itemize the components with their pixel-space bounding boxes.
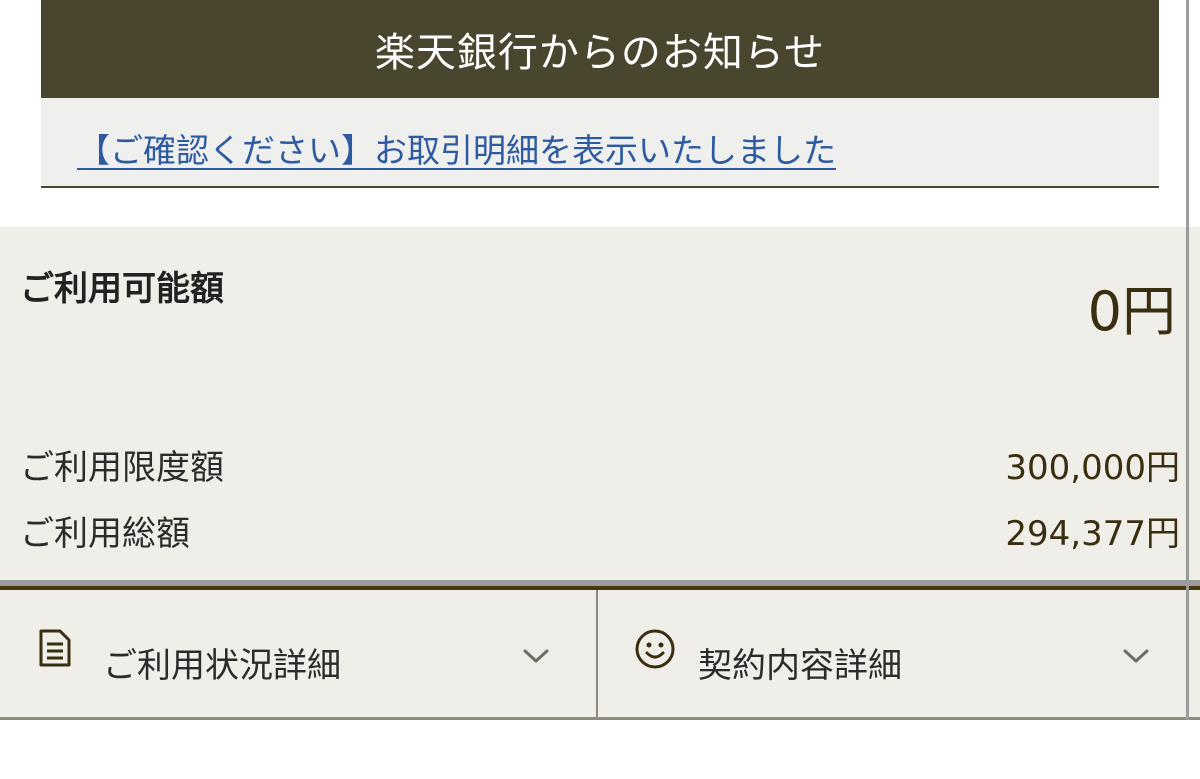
credit-summary-panel: ご利用可能額 0円 ご利用限度額 300,000円 ご利用総額 294,377円 [0,227,1200,580]
chevron-down-icon [522,648,550,668]
transaction-notice-link[interactable]: 【ご確認ください】お取引明細を表示いたしました [77,124,836,172]
contract-details-label: 契約内容詳細 [698,646,902,686]
available-amount-value: 0円 [1087,280,1176,343]
detail-buttons-row: ご利用状況詳細 契約内容詳細 [0,590,1200,720]
available-amount-label: ご利用可能額 [20,269,224,309]
credit-limit-value: 300,000円 [1005,448,1180,488]
scrollbar[interactable] [1186,0,1189,720]
usage-details-label: ご利用状況詳細 [103,646,341,686]
document-icon [38,628,72,672]
chevron-down-icon [1122,648,1150,668]
usage-details-button[interactable]: ご利用状況詳細 [0,590,598,717]
smiley-icon [634,628,676,674]
credit-limit-label: ご利用限度額 [20,448,224,488]
notice-body: 【ご確認ください】お取引明細を表示いたしました [41,98,1159,188]
notice-title: 楽天銀行からのお知らせ [374,30,826,76]
contract-details-button[interactable]: 契約内容詳細 [598,590,1200,717]
total-usage-label: ご利用総額 [20,514,190,554]
total-usage-value: 294,377円 [1005,514,1180,554]
notice-header: 楽天銀行からのお知らせ [41,0,1159,98]
